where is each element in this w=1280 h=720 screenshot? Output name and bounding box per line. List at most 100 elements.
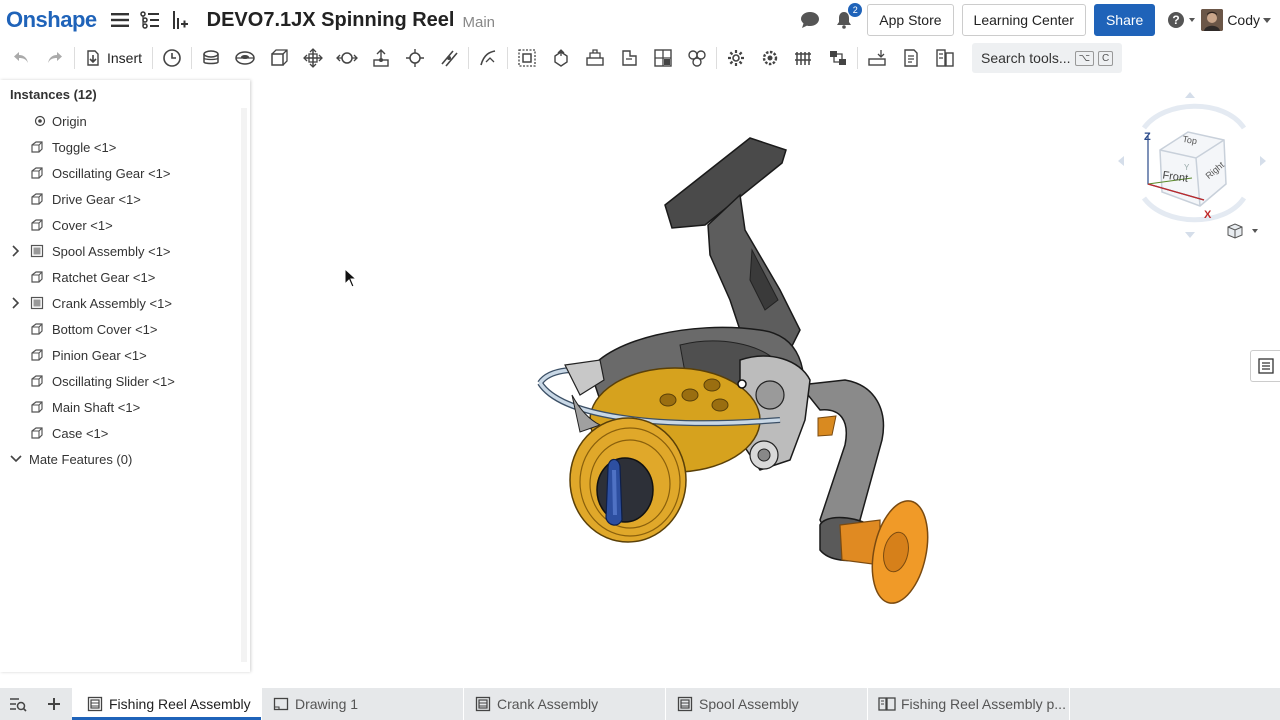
tab-label: Fishing Reel Assembly [109,696,251,712]
assembly-icon [30,244,44,258]
instance-label: Pinion Gear <1> [52,347,147,363]
document-tab[interactable]: Fishing Reel Assembly [72,688,262,720]
document-tab[interactable]: Spool Assembly [666,688,868,720]
onshape-logo[interactable]: Onshape [6,7,97,33]
instance-label: Oscillating Slider <1> [52,373,175,389]
instances-panel: Instances (12) Origin Toggle <1> Oscillati… [0,80,250,672]
chevron-right-icon[interactable] [10,245,22,257]
pin-slot-mate-icon[interactable] [364,43,398,73]
mate-features-label: Mate Features (0) [29,451,133,467]
instance-item[interactable]: Crank Assembly <1> [0,290,250,316]
instance-item[interactable]: Ratchet Gear <1> [0,264,250,290]
settings-gears-icon[interactable] [719,43,753,73]
part-icon [30,166,44,180]
replicate-icon[interactable] [787,43,821,73]
instance-label: Ratchet Gear <1> [52,269,156,285]
mouse-cursor-icon [344,268,358,288]
cylindrical-mate-icon[interactable] [330,43,364,73]
history-clock-icon[interactable] [155,43,189,73]
tab-manager-icon[interactable] [0,688,36,720]
revolute-mate-icon[interactable] [228,43,262,73]
panel-scrollbar[interactable] [241,108,247,662]
explode-view-icon[interactable] [646,43,680,73]
tab-list: Fishing Reel Assembly Drawing 1 Crank Asse… [72,688,1070,720]
share-button[interactable]: Share [1093,4,1156,36]
mate-features-group[interactable]: Mate Features (0) [0,446,250,472]
feature-list-icon[interactable] [139,9,161,31]
right-panel-toggle[interactable] [1250,350,1280,382]
search-tools-input[interactable]: Search tools... ⌥ C [972,43,1123,73]
user-name[interactable]: Cody [1227,12,1260,28]
redo-icon[interactable] [38,43,72,73]
instance-label: Origin [52,113,87,129]
fastened-mate-icon[interactable] [194,43,228,73]
document-tab[interactable]: Fishing Reel Assembly p... [868,688,1070,720]
assembly-tab-icon [86,695,104,713]
instance-item[interactable]: Origin [0,108,250,134]
part-icon [30,192,44,206]
instance-label: Bottom Cover <1> [52,321,158,337]
branch-name[interactable]: Main [462,14,495,31]
search-tools-placeholder: Search tools... [981,50,1071,66]
drawing-tab-icon [272,695,290,713]
instance-item[interactable]: Pinion Gear <1> [0,342,250,368]
section-view-icon[interactable] [894,43,928,73]
slider-mate-icon[interactable] [262,43,296,73]
instance-label: Main Shaft <1> [52,399,141,415]
user-avatar[interactable] [1201,9,1224,31]
toolbar-divider [857,47,859,69]
group-icon[interactable] [510,43,544,73]
ball-mate-icon[interactable] [398,43,432,73]
assembly-icon [30,296,44,310]
insert-button[interactable]: Insert [77,43,150,73]
chevron-down-icon[interactable] [10,453,22,465]
view-options-cube-icon[interactable] [1226,222,1262,245]
document-tab[interactable]: Crank Assembly [464,688,666,720]
app-store-button[interactable]: App Store [867,4,954,36]
chevron-right-icon[interactable] [10,297,22,309]
part-icon [30,348,44,362]
mechanical-gear-icon[interactable] [753,43,787,73]
add-tab-plus-icon[interactable] [36,688,72,720]
hamburger-menu-icon[interactable] [109,9,131,31]
instance-item[interactable]: Main Shaft <1> [0,394,250,420]
measure-icon[interactable] [860,43,894,73]
instance-label: Cover <1> [52,217,113,233]
user-menu-chevron-down-icon[interactable] [1262,9,1272,31]
instance-item[interactable]: Cover <1> [0,212,250,238]
planar-mate-icon[interactable] [296,43,330,73]
insert-label: Insert [107,50,143,66]
parallel-mate-icon[interactable] [432,43,466,73]
linear-pattern-icon[interactable] [680,43,714,73]
document-tab[interactable]: Drawing 1 [262,688,464,720]
instance-item[interactable]: Oscillating Slider <1> [0,368,250,394]
assembly-tab-icon [676,695,694,713]
instance-item[interactable]: Drive Gear <1> [0,186,250,212]
rack-pinion-icon[interactable] [612,43,646,73]
learning-center-button[interactable]: Learning Center [961,4,1086,36]
toolbar-divider [152,47,154,69]
svg-text:?: ? [1173,13,1180,27]
assembly-toolbar: Insert Search tools... ⌥ C [0,40,1280,76]
bill-of-materials-icon[interactable] [928,43,962,73]
undo-icon[interactable] [4,43,38,73]
mate-connector-icon[interactable] [544,43,578,73]
gear-relation-icon[interactable] [578,43,612,73]
instance-label: Drive Gear <1> [52,191,141,207]
comments-icon[interactable] [799,9,821,31]
instance-item[interactable]: Bottom Cover <1> [0,316,250,342]
notifications-bell-icon[interactable]: 2 [833,3,863,31]
toolbar-divider [468,47,470,69]
instance-item[interactable]: Toggle <1> [0,134,250,160]
axis-x-label: X [1204,209,1212,221]
instance-label: Crank Assembly <1> [52,295,172,311]
document-title[interactable]: DEVO7.1JX Spinning Reel [207,9,455,32]
instance-item[interactable]: Case <1> [0,420,250,446]
instance-item[interactable]: Oscillating Gear <1> [0,160,250,186]
mate-values-icon[interactable] [821,43,855,73]
add-part-icon[interactable] [169,9,191,31]
assembly-tab-icon [474,695,492,713]
instance-item[interactable]: Spool Assembly <1> [0,238,250,264]
tangent-mate-icon[interactable] [471,43,505,73]
help-icon[interactable]: ? [1167,9,1197,31]
